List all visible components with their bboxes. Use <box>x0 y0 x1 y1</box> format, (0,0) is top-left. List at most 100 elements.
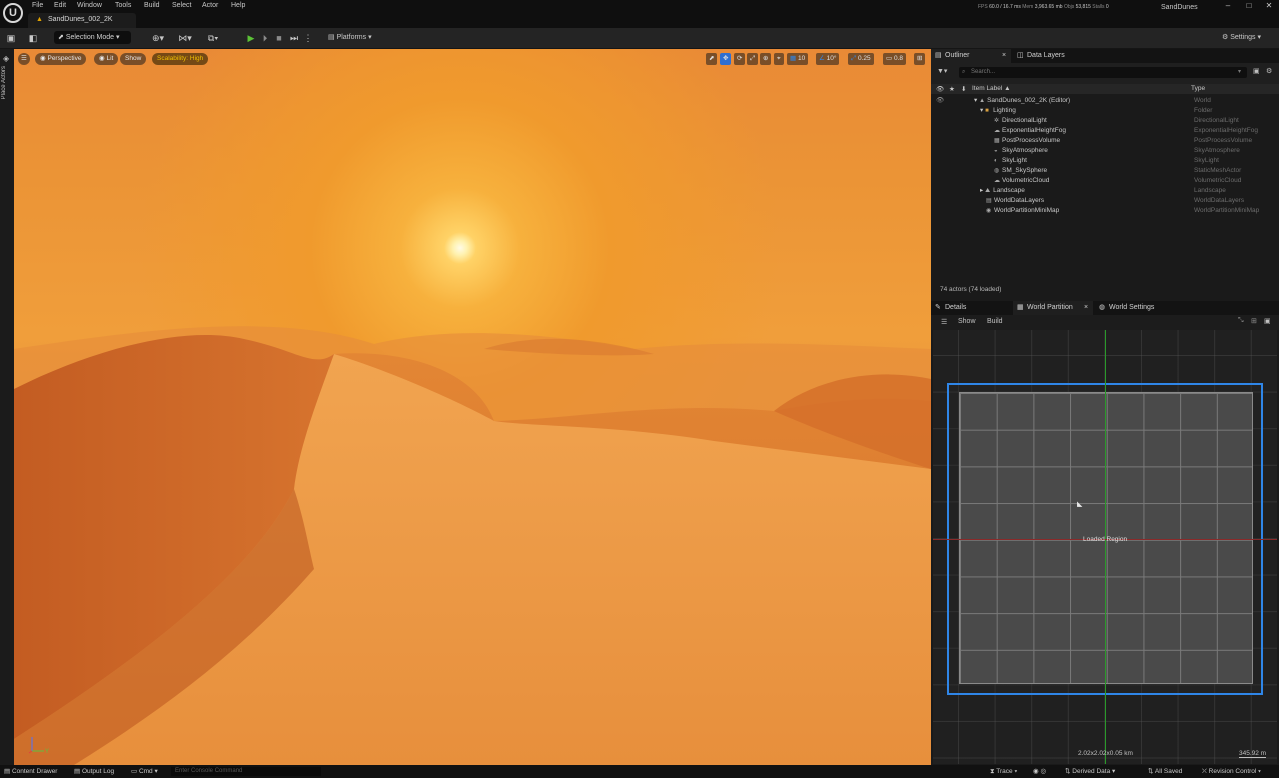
tab-outliner[interactable]: ▤ Outliner × <box>931 49 1011 63</box>
world-icon: ▲ <box>979 98 986 104</box>
outliner-settings-icon[interactable]: ⚙ <box>1266 67 1272 75</box>
more-options-icon[interactable]: ⋮ <box>302 32 314 44</box>
settings-dropdown[interactable]: ⚙ Settings ▾ <box>1222 31 1261 44</box>
menu-edit[interactable]: Edit <box>54 1 66 11</box>
menu-actor[interactable]: Actor <box>202 1 218 11</box>
world-partition-map[interactable]: ◣ Loaded Region 2.02x2.02x0.05 km 345.92… <box>933 330 1277 764</box>
outliner-row[interactable]: ▸ ⛰ Landscape Landscape <box>931 186 1279 196</box>
scalability-button[interactable]: Scalability: High <box>152 53 209 65</box>
rotation-snap-toggle[interactable]: ∠ 10° <box>816 53 840 65</box>
trace-label: Trace <box>996 768 1013 775</box>
stop-icon[interactable]: ■ <box>273 32 285 44</box>
viewport-layout-icon[interactable]: ⊞ <box>914 53 926 65</box>
menu-tools[interactable]: Tools <box>115 1 131 11</box>
search-dropdown-icon[interactable]: ▾ <box>1238 67 1241 78</box>
wp-zoom-fit-icon[interactable]: ⤡ <box>1238 317 1244 325</box>
derived-data-dropdown[interactable]: ⇅ Derived Data ▾ <box>1065 765 1115 778</box>
wp-grid-icon[interactable]: ⊞ <box>1251 317 1257 325</box>
level-tab[interactable]: ▲ SandDunes_002_2K <box>28 13 136 28</box>
scale-tool-icon[interactable]: ⤢ <box>747 53 759 65</box>
console-input[interactable]: Enter Console Command <box>171 767 321 776</box>
scale-snap-toggle[interactable]: ⤢ 0.25 <box>848 53 874 65</box>
all-saved-button[interactable]: ⇅ All Saved <box>1148 765 1182 778</box>
maximize-icon[interactable]: □ <box>1242 1 1256 11</box>
outliner-row[interactable]: ◒ SkyAtmosphere SkyAtmosphere <box>931 146 1279 156</box>
star-column-icon[interactable]: ★ <box>949 85 955 93</box>
outliner-row[interactable]: ☁ ExponentialHeightFog ExponentialHeightFo… <box>931 126 1279 136</box>
translate-tool-icon[interactable]: ✥ <box>720 53 732 65</box>
add-folder-icon[interactable]: ▣ <box>1253 67 1260 75</box>
outliner-row[interactable]: ◐ SkyLight SkyLight <box>931 156 1279 166</box>
tab-world-settings[interactable]: ◍ World Settings <box>1095 301 1175 315</box>
outliner-row[interactable]: 👁 ▾ ▲ SandDunes_002_2K (Editor) World <box>931 96 1279 106</box>
row-label: SkyAtmosphere <box>1002 147 1048 154</box>
tab-world-partition[interactable]: ▦ World Partition × <box>1013 301 1093 315</box>
row-label: SandDunes_002_2K (Editor) <box>987 97 1071 104</box>
record-icon[interactable]: ◉ ◎ <box>1033 765 1046 778</box>
type-column[interactable]: Type <box>1191 85 1205 92</box>
menu-help[interactable]: Help <box>231 1 245 11</box>
output-log-button[interactable]: ▤ Output Log <box>74 765 114 778</box>
content-drawer-button[interactable]: ▤ Content Drawer <box>4 765 57 778</box>
world-local-icon[interactable]: ⊕ <box>760 53 772 65</box>
revision-control-dropdown[interactable]: ⛌ Revision Control ▾ <box>1202 765 1261 778</box>
blueprints-icon[interactable]: ⋈▾ <box>176 32 194 44</box>
menu-select[interactable]: Select <box>172 1 191 11</box>
level-viewport[interactable]: ☰ ◉ Perspective ◉ Lit Show Scalability: … <box>14 49 931 765</box>
menu-window[interactable]: Window <box>77 1 102 11</box>
skip-icon[interactable]: ⏭ <box>288 32 300 44</box>
outliner-row[interactable]: ✲ DirectionalLight DirectionalLight <box>931 116 1279 126</box>
unreal-logo-icon[interactable]: U <box>3 3 23 23</box>
outliner-row[interactable]: ▾ ■ Lighting Folder <box>931 106 1279 116</box>
cmd-dropdown[interactable]: ▭ Cmd ▾ <box>131 765 158 778</box>
item-label-column[interactable]: Item Label ▲ <box>972 85 1011 92</box>
grid-snap-toggle[interactable]: ▦ 10 <box>787 53 809 65</box>
data-layers-icon: ▤ <box>986 198 992 204</box>
save-icon[interactable]: ▣ <box>5 32 17 44</box>
pin-column-icon[interactable]: ⬇ <box>961 85 966 93</box>
tab-details[interactable]: ✎ Details <box>931 301 1011 315</box>
camera-speed-toggle[interactable]: ▭ 0.8 <box>883 53 906 65</box>
tab-data-layers[interactable]: ◫ Data Layers <box>1013 49 1093 63</box>
row-label: WorldPartitionMiniMap <box>994 207 1060 214</box>
visibility-column-icon[interactable]: 👁 <box>936 85 944 93</box>
eye-icon[interactable]: 👁 <box>936 96 944 106</box>
surface-snap-icon[interactable]: ⌖ <box>774 53 784 65</box>
outliner-row[interactable]: ▦ PostProcessVolume PostProcessVolume <box>931 136 1279 146</box>
menu-build[interactable]: Build <box>144 1 160 11</box>
wp-minimap-icon[interactable]: ▣ <box>1264 317 1271 325</box>
lit-button[interactable]: ◉ Lit <box>94 53 119 65</box>
camera-position-icon[interactable]: ◣ <box>1077 500 1082 508</box>
close-tab-icon[interactable]: × <box>1084 301 1088 315</box>
close-window-icon[interactable]: ✕ <box>1262 1 1276 11</box>
place-actors-tab[interactable]: Place Actors <box>1 66 13 99</box>
menu-file[interactable]: File <box>32 1 43 11</box>
wp-menu-icon[interactable]: ☰ <box>941 318 947 326</box>
play-icon[interactable]: ▶ <box>245 32 257 44</box>
platforms-dropdown[interactable]: ▤ Platforms ▾ <box>326 31 372 44</box>
outliner-row[interactable]: ▤ WorldDataLayers WorldDataLayers <box>931 196 1279 206</box>
close-tab-icon[interactable]: × <box>1002 49 1006 63</box>
minimize-icon[interactable]: – <box>1221 1 1235 11</box>
add-actor-icon[interactable]: ⊕▾ <box>149 32 167 44</box>
step-icon[interactable]: ⏵ <box>259 32 271 44</box>
outliner-search-input[interactable]: ⌕ Search... ▾ <box>959 67 1247 78</box>
filter-icon[interactable]: ▼▾ <box>937 67 947 75</box>
cinematics-icon[interactable]: ⧉▾ <box>204 32 222 44</box>
trace-dropdown[interactable]: ⧗ Trace ▾ <box>990 765 1017 778</box>
show-button[interactable]: Show <box>120 53 147 65</box>
rotate-tool-icon[interactable]: ⟳ <box>734 53 746 65</box>
wp-build-button[interactable]: Build <box>987 318 1003 325</box>
content-browser-icon[interactable]: ◧ <box>27 32 39 44</box>
sky-atmosphere-icon: ◒ <box>994 148 998 154</box>
outliner-row[interactable]: ◉ WorldPartitionMiniMap WorldPartitionMini… <box>931 206 1279 216</box>
wp-show-button[interactable]: Show <box>958 318 976 325</box>
selection-mode-dropdown[interactable]: ⬈ Selection Mode ▾ <box>54 31 131 44</box>
outliner-row[interactable]: ◍ SM_SkySphere StaticMeshActor <box>931 166 1279 176</box>
select-tool-icon[interactable]: ⬈ <box>706 53 718 65</box>
viewport-menu-icon[interactable]: ☰ <box>18 53 30 65</box>
place-actors-icon[interactable]: ◈ <box>3 54 9 63</box>
revision-control-label: Revision Control <box>1208 768 1257 775</box>
perspective-button[interactable]: ◉ Perspective <box>35 53 87 65</box>
outliner-row[interactable]: ☁ VolumetricCloud VolumetricCloud <box>931 176 1279 186</box>
